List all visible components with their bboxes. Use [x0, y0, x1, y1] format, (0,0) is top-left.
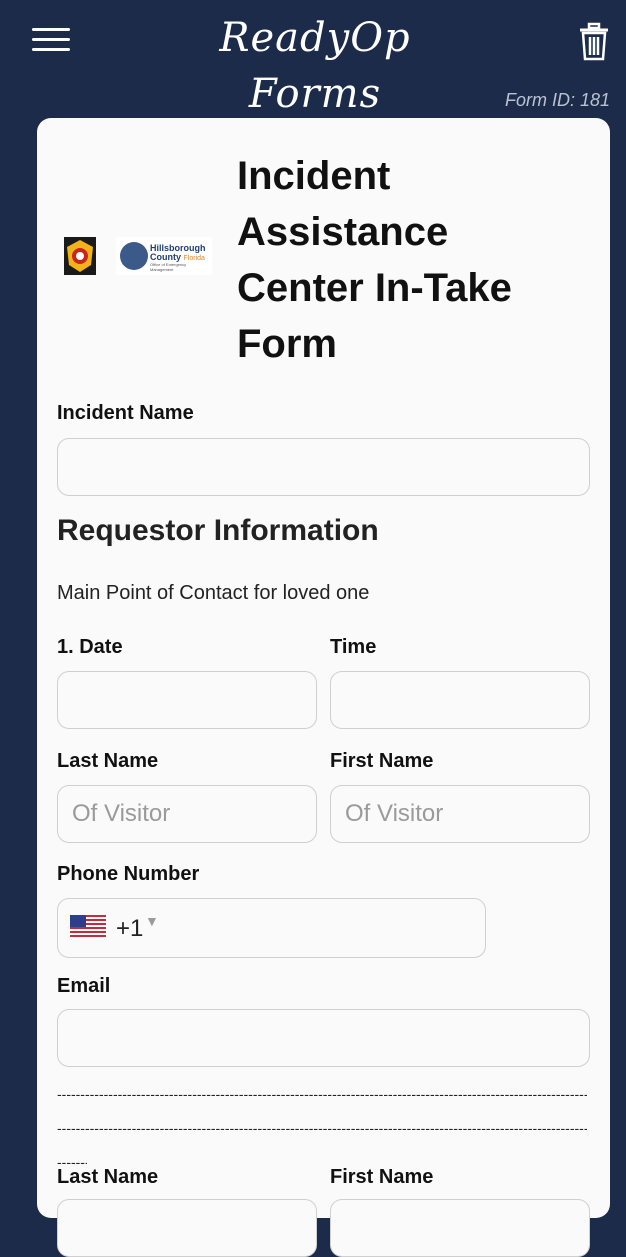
caret-down-icon[interactable]: ▼ [145, 913, 159, 929]
date-input[interactable] [57, 671, 317, 729]
time-label: Time [330, 636, 377, 658]
date-label: 1. Date [57, 636, 123, 658]
top-bar: ReadyOp Forms [0, 0, 626, 117]
phone-input[interactable]: +1 ▼ [57, 898, 486, 958]
trash-icon[interactable] [578, 22, 610, 62]
last-name-label-2: Last Name [57, 1166, 159, 1188]
form-id: Form ID: 181 [504, 90, 610, 110]
last-name-input[interactable] [57, 785, 317, 843]
first-name-input[interactable] [330, 785, 590, 843]
phone-label: Phone Number [57, 863, 200, 885]
fire-rescue-seal-logo [64, 237, 96, 275]
form-title: Incident Assistance Center In-Take Form [237, 154, 512, 366]
first-name-label: First Name [330, 750, 434, 772]
menu-icon[interactable] [32, 26, 72, 54]
logo-row: Hillsborough County Florida Office of Em… [61, 236, 212, 276]
email-input[interactable] [57, 1009, 590, 1067]
last-name-input-2[interactable] [57, 1199, 317, 1257]
app-title: ReadyOp Forms [219, 15, 411, 117]
first-name-label-2: First Name [330, 1166, 434, 1188]
divider-line: ----------------------------------------… [57, 1120, 587, 1136]
county-oem-logo: Hillsborough County Florida Office of Em… [116, 237, 212, 275]
time-input[interactable] [330, 671, 590, 729]
last-name-label: Last Name [57, 750, 159, 772]
email-label: Email [57, 975, 111, 997]
country-code: +1 [116, 915, 144, 942]
incident-name-label: Incident Name [57, 402, 194, 424]
us-flag-icon[interactable] [70, 915, 106, 939]
form-card: Hillsborough County Florida Office of Em… [37, 118, 610, 1257]
requestor-description: Main Point of Contact for loved one [57, 582, 370, 604]
divider-line: ----------------------------------------… [57, 1086, 587, 1102]
first-name-input-2[interactable] [330, 1199, 590, 1257]
requestor-section-title: Requestor Information [57, 514, 379, 547]
incident-name-input[interactable] [57, 438, 590, 496]
